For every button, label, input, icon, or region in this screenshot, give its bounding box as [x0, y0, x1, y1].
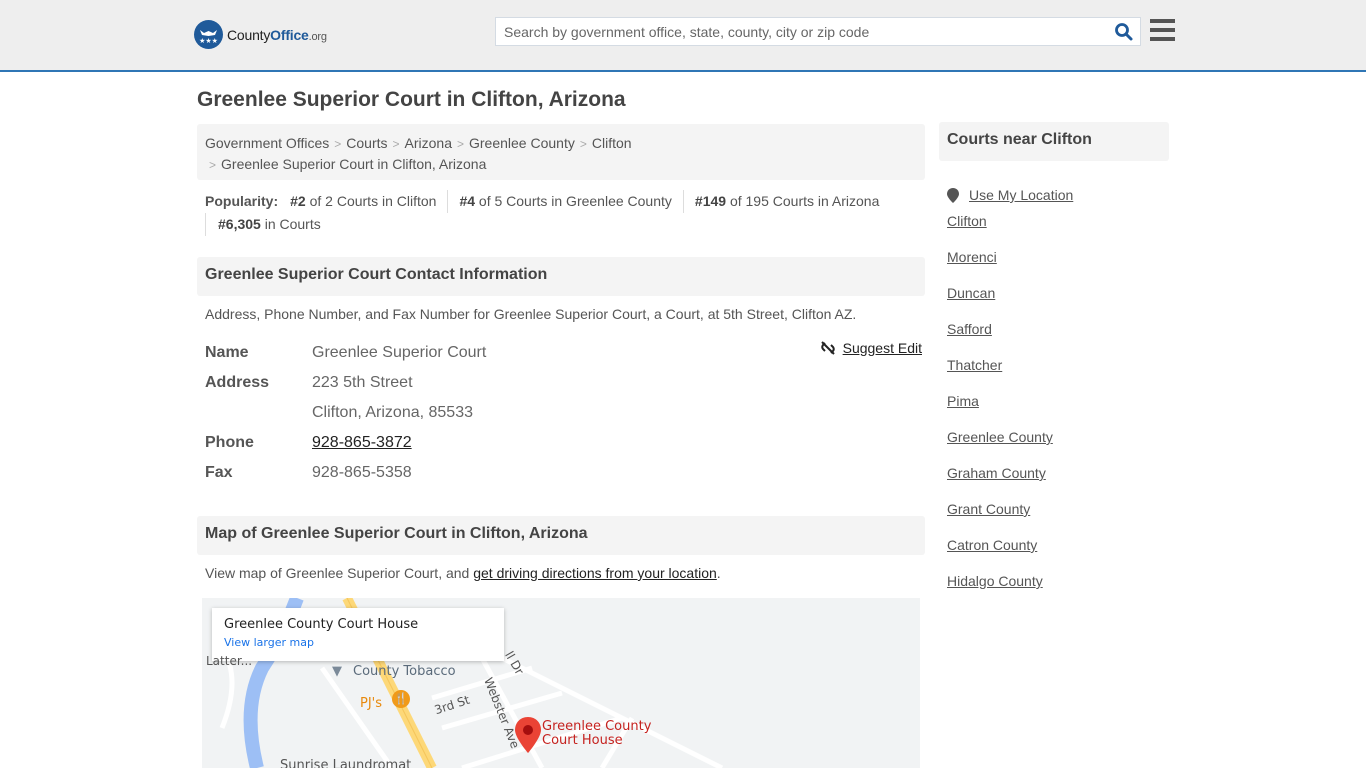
name-row: Name Greenlee Superior Court — [205, 344, 487, 361]
sidebar-link-thatcher[interactable]: Thatcher — [947, 357, 1002, 373]
search-input[interactable] — [496, 18, 1096, 45]
page-title: Greenlee Superior Court in Clifton, Ariz… — [197, 88, 626, 111]
popularity-item: #6,305 in Courts — [205, 213, 332, 236]
sidebar-item: Safford — [947, 321, 1169, 357]
breadcrumb-greenlee-county[interactable]: Greenlee County — [469, 135, 575, 151]
restaurant-icon: 🍴 — [392, 690, 410, 708]
popularity-label: Popularity: — [205, 193, 279, 209]
sidebar-item: Grant County — [947, 501, 1169, 537]
contact-description: Address, Phone Number, and Fax Number fo… — [205, 306, 857, 322]
sidebar-link-duncan[interactable]: Duncan — [947, 285, 995, 301]
map-label-tobacco: County Tobacco — [353, 664, 456, 679]
breadcrumb-current: Greenlee Superior Court in Clifton, Ariz… — [221, 156, 487, 172]
sidebar-link-clifton[interactable]: Clifton — [947, 213, 987, 229]
contact-info: Name Greenlee Superior Court Address 223 5… — [205, 338, 925, 488]
sidebar-item: Duncan — [947, 285, 1169, 321]
breadcrumb-government-offices[interactable]: Government Offices — [205, 135, 329, 151]
fax-row: Fax 928-865-5358 — [205, 464, 412, 481]
location-marker-icon[interactable] — [514, 716, 542, 754]
shop-icon: ▼ — [332, 664, 342, 679]
map-info-card: Greenlee County Court House View larger … — [212, 608, 504, 661]
sidebar-link-pima[interactable]: Pima — [947, 393, 979, 409]
sidebar-item: Pima — [947, 393, 1169, 429]
top-bar: ★★★ CountyOffice.org — [0, 0, 1366, 72]
svg-text:★★★: ★★★ — [199, 37, 218, 45]
sidebar-item: Morenci — [947, 249, 1169, 285]
sidebar-item: Greenlee County — [947, 429, 1169, 465]
address-row: Address 223 5th Street — [205, 374, 413, 391]
sidebar-link-catron-county[interactable]: Catron County — [947, 537, 1037, 553]
phone-link[interactable]: 928-865-3872 — [312, 434, 412, 452]
site-logo[interactable]: ★★★ CountyOffice.org — [194, 20, 327, 49]
map-section-heading: Map of Greenlee Superior Court in Clifto… — [197, 516, 925, 555]
search-box — [495, 17, 1141, 46]
address-line2: Clifton, Arizona, 85533 — [312, 404, 473, 421]
sidebar: Courts near Clifton Use My Location Clif… — [939, 122, 1169, 609]
map-label-pjs: PJ's — [360, 696, 383, 711]
fax-number: 928-865-5358 — [312, 464, 412, 481]
driving-directions-link[interactable]: get driving directions from your locatio… — [473, 565, 717, 581]
map-label-court-house: Greenlee County Court House — [542, 719, 652, 748]
sidebar-item: Clifton — [947, 213, 1169, 249]
map-label-latter: Latter... — [206, 654, 253, 668]
breadcrumb: Government Offices > Courts > Arizona > Greenl… — [197, 124, 925, 180]
breadcrumb-separator: > — [456, 137, 464, 151]
map-pin-icon — [947, 187, 959, 203]
address-line1: 223 5th Street — [312, 374, 413, 391]
popularity-item: #2 of 2 Courts in Clifton — [290, 193, 437, 209]
phone-row: Phone 928-865-3872 — [205, 434, 412, 452]
view-larger-map-link[interactable]: View larger map — [224, 636, 492, 649]
map-description: View map of Greenlee Superior Court, and… — [205, 565, 721, 581]
breadcrumb-separator: > — [579, 137, 587, 151]
popularity-item: #4 of 5 Courts in Greenlee County — [447, 190, 682, 213]
suggest-edit-link[interactable]: Suggest Edit — [820, 340, 922, 356]
court-name: Greenlee Superior Court — [312, 344, 487, 361]
map-place-title: Greenlee County Court House — [224, 617, 419, 632]
use-my-location-link[interactable]: Use My Location — [969, 187, 1073, 203]
sidebar-item: Thatcher — [947, 357, 1169, 393]
sidebar-link-graham-county[interactable]: Graham County — [947, 465, 1046, 481]
sidebar-link-hidalgo-county[interactable]: Hidalgo County — [947, 573, 1043, 589]
sidebar-item: Catron County — [947, 537, 1169, 573]
breadcrumb-separator: > — [334, 137, 342, 151]
map-label-laundromat: Sunrise Laundromat — [280, 758, 412, 768]
address-row-2: Clifton, Arizona, 85533 — [205, 398, 925, 428]
sidebar-link-safford[interactable]: Safford — [947, 321, 992, 337]
sidebar-item: Graham County — [947, 465, 1169, 501]
sidebar-link-greenlee-county[interactable]: Greenlee County — [947, 429, 1053, 445]
search-icon[interactable] — [1114, 22, 1134, 42]
eagle-logo-icon: ★★★ — [194, 20, 223, 49]
breadcrumb-clifton[interactable]: Clifton — [592, 135, 632, 151]
broken-link-icon — [820, 341, 835, 355]
breadcrumb-courts[interactable]: Courts — [346, 135, 387, 151]
logo-text: CountyOffice.org — [227, 26, 327, 43]
embedded-map[interactable]: Greenlee County Court House View larger … — [202, 598, 920, 768]
popularity-ranking: Popularity: #2 of 2 Courts in Clifton #4 o… — [205, 190, 925, 236]
nearby-courts-list: Use My Location Clifton Morenci Duncan S… — [939, 177, 1169, 609]
hamburger-menu-icon[interactable] — [1150, 19, 1175, 41]
sidebar-heading: Courts near Clifton — [939, 122, 1169, 161]
contact-section-heading: Greenlee Superior Court Contact Informat… — [197, 257, 925, 296]
use-my-location-item: Use My Location — [947, 177, 1169, 213]
breadcrumb-arizona[interactable]: Arizona — [405, 135, 452, 151]
sidebar-link-morenci[interactable]: Morenci — [947, 249, 997, 265]
breadcrumb-separator: > — [392, 137, 400, 151]
popularity-item: #149 of 195 Courts in Arizona — [682, 190, 890, 213]
sidebar-item: Hidalgo County — [947, 573, 1169, 609]
breadcrumb-separator: > — [209, 158, 217, 172]
sidebar-link-grant-county[interactable]: Grant County — [947, 501, 1030, 517]
